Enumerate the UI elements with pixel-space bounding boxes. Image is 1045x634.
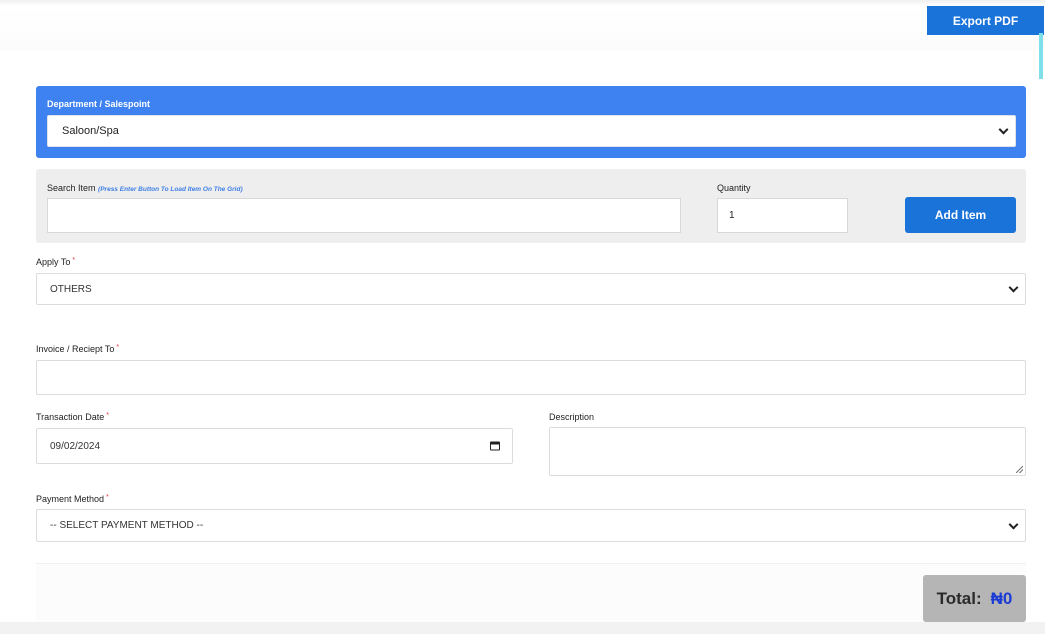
transaction-date-value: 09/02/2024 <box>50 440 101 452</box>
total-box: Total: ₦0 <box>923 575 1026 622</box>
bottom-strip <box>0 622 1045 634</box>
resize-handle-icon[interactable] <box>1016 466 1023 473</box>
apply-to-label: Apply To * <box>36 257 75 267</box>
transaction-date-input[interactable]: 09/02/2024 <box>36 428 513 464</box>
department-select[interactable]: Saloon/Spa <box>47 115 1016 147</box>
required-mark: * <box>106 494 109 501</box>
invoice-to-label: Invoice / Reciept To * <box>36 344 119 354</box>
description-label: Description <box>549 412 595 422</box>
search-item-label-text: Search Item <box>47 183 96 193</box>
search-item-input[interactable] <box>47 198 681 233</box>
department-selected-value: Saloon/Spa <box>62 125 119 137</box>
chevron-down-icon <box>1008 519 1019 530</box>
add-item-button[interactable]: Add Item <box>905 197 1016 233</box>
apply-to-label-text: Apply To <box>36 257 71 267</box>
quantity-label: Quantity <box>717 183 751 193</box>
search-item-panel: Search Item (Press Enter Button To Load … <box>36 169 1026 243</box>
required-mark: * <box>116 344 120 351</box>
invoice-to-input[interactable] <box>36 360 1026 395</box>
search-item-label: Search Item (Press Enter Button To Load … <box>47 183 243 193</box>
search-item-hint: (Press Enter Button To Load Item On The … <box>98 186 243 193</box>
calendar-icon[interactable] <box>490 441 500 451</box>
total-label: Total: <box>936 588 982 608</box>
transaction-date-label-text: Transaction Date <box>36 412 105 422</box>
total-amount: ₦0 <box>990 588 1013 608</box>
apply-to-selected-value: OTHERS <box>50 283 92 295</box>
transaction-date-label: Transaction Date * <box>36 412 109 422</box>
export-pdf-button[interactable]: Export PDF <box>927 6 1044 35</box>
top-header-strip <box>0 0 1045 50</box>
payment-method-label-text: Payment Method <box>36 494 105 504</box>
required-mark: * <box>106 412 109 419</box>
payment-method-selected-value: -- SELECT PAYMENT METHOD -- <box>50 520 204 531</box>
scrollbar-thumb[interactable] <box>1039 33 1043 79</box>
payment-method-label: Payment Method * <box>36 494 109 504</box>
items-grid-panel <box>36 563 1026 625</box>
description-textarea[interactable] <box>549 427 1026 476</box>
payment-method-select[interactable]: -- SELECT PAYMENT METHOD -- <box>36 509 1026 542</box>
department-label: Department / Salespoint <box>47 99 151 109</box>
quantity-input[interactable]: 1 <box>717 198 848 233</box>
chevron-down-icon <box>998 124 1009 135</box>
invoice-to-label-text: Invoice / Reciept To <box>36 344 115 354</box>
apply-to-select[interactable]: OTHERS <box>36 273 1026 305</box>
chevron-down-icon <box>1008 282 1019 293</box>
department-panel: Department / Salespoint Saloon/Spa <box>36 86 1026 158</box>
required-mark: * <box>72 257 76 264</box>
